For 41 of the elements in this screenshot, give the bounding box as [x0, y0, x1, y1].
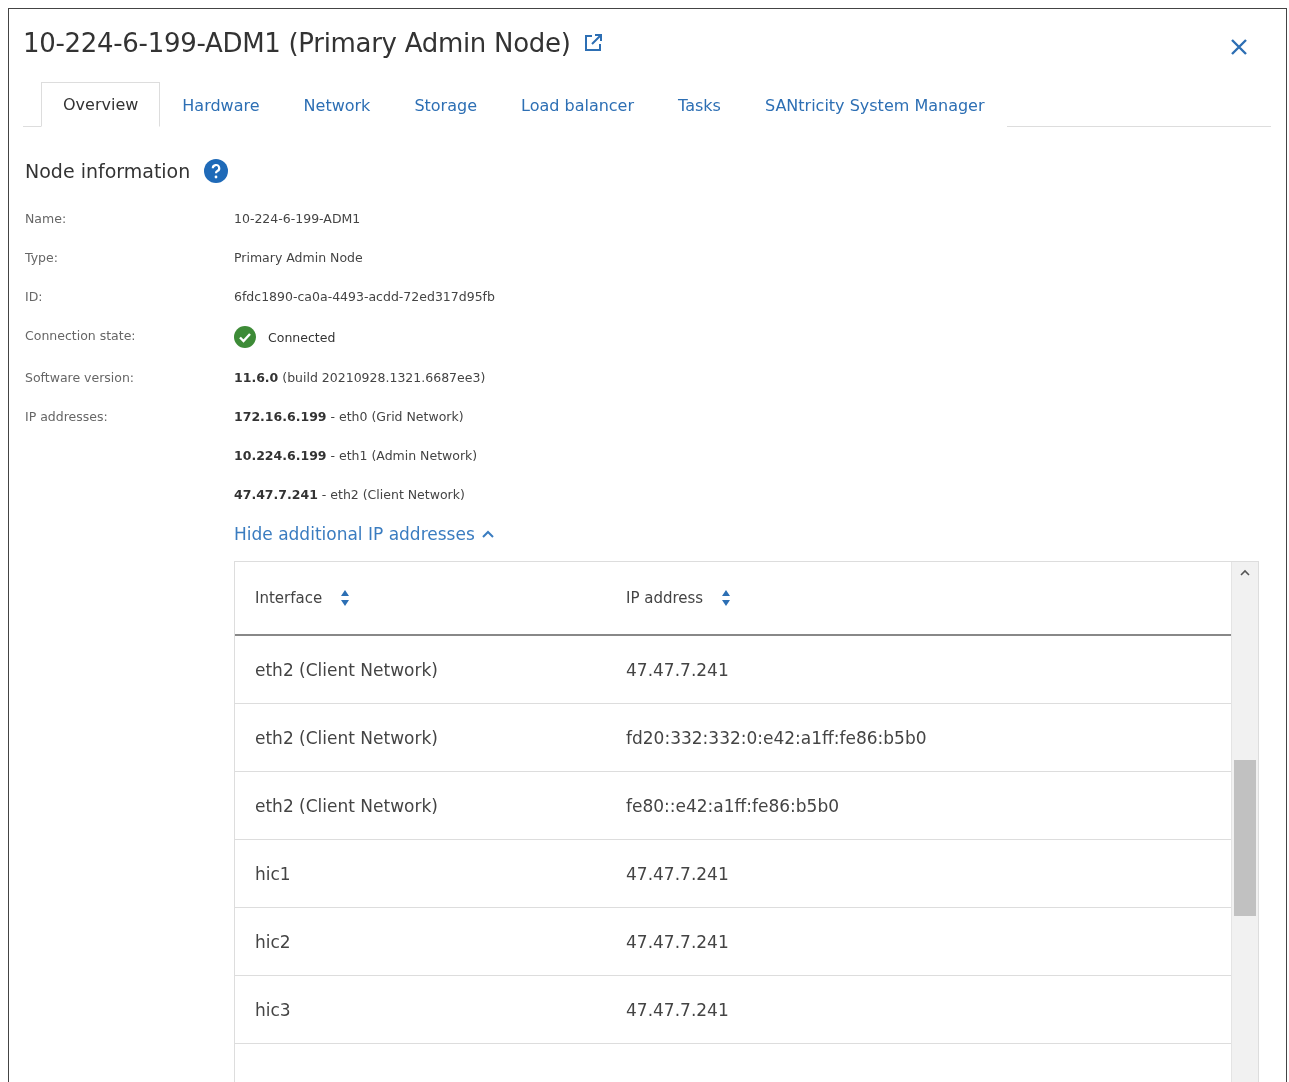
- table-cell: fd20:332:332:0:e42:a1ff:fe86:b5b0: [606, 703, 1231, 772]
- field-value: 172.16.6.199 - eth0 (Grid Network): [234, 408, 465, 426]
- status-text: Connected: [268, 328, 336, 347]
- table-cell: eth2 (Client Network): [235, 771, 606, 840]
- field-label: Software version:: [25, 369, 136, 387]
- table-cell: hic1: [235, 839, 606, 908]
- field-value: 10.224.6.199 - eth1 (Admin Network): [234, 447, 479, 465]
- table-cell: hic3: [235, 975, 606, 1044]
- toggle-link[interactable]: Hide additional IP addresses: [234, 524, 495, 544]
- scroll-thumb[interactable]: [1234, 760, 1256, 916]
- field-label: IP addresses:: [25, 408, 109, 426]
- column-header[interactable]: IP address: [606, 562, 1231, 635]
- table-cell: eth2 (Client Network): [235, 635, 606, 704]
- field-label: Type:: [25, 249, 59, 267]
- field-value: 6fdc1890-ca0a-4493-acdd-72ed317d95fb: [234, 288, 496, 306]
- table-cell: eth2 (Client Network): [235, 703, 606, 772]
- scrollbar[interactable]: [1231, 562, 1258, 1082]
- column-header[interactable]: Interface: [235, 562, 606, 635]
- external-link-icon[interactable]: [582, 33, 603, 53]
- tab[interactable]: Overview: [41, 82, 161, 127]
- section-title: Node information: [25, 160, 191, 182]
- table-cell: hic2: [235, 907, 606, 976]
- field-value: Primary Admin Node: [234, 249, 364, 267]
- scroll-up-icon[interactable]: [1239, 568, 1251, 576]
- table-cell: 47.47.7.241: [606, 839, 1231, 908]
- help-icon[interactable]: [204, 159, 229, 183]
- field-value: 47.47.7.241 - eth2 (Client Network): [234, 486, 466, 504]
- field-label: ID:: [25, 288, 44, 306]
- field-label: Connection state:: [25, 327, 137, 345]
- sort-icon[interactable]: [721, 589, 732, 607]
- table-cell: 47.47.7.241: [606, 907, 1231, 976]
- table-cell: fe80::e42:a1ff:fe86:b5b0: [606, 771, 1231, 840]
- table-cell: 47.47.7.241: [606, 975, 1231, 1044]
- sort-icon[interactable]: [340, 589, 351, 607]
- dialog-title: 10-224-6-199-ADM1 (Primary Admin Node): [23, 28, 571, 58]
- table-cell: 47.47.7.241: [606, 635, 1231, 704]
- field-label: Name:: [25, 210, 68, 228]
- check-circle-icon: [234, 326, 256, 348]
- field-value: 11.6.0 (build 20210928.1321.6687ee3): [234, 369, 487, 387]
- field-value: 10-224-6-199-ADM1: [234, 210, 362, 228]
- chevron-icon[interactable]: [480, 529, 495, 539]
